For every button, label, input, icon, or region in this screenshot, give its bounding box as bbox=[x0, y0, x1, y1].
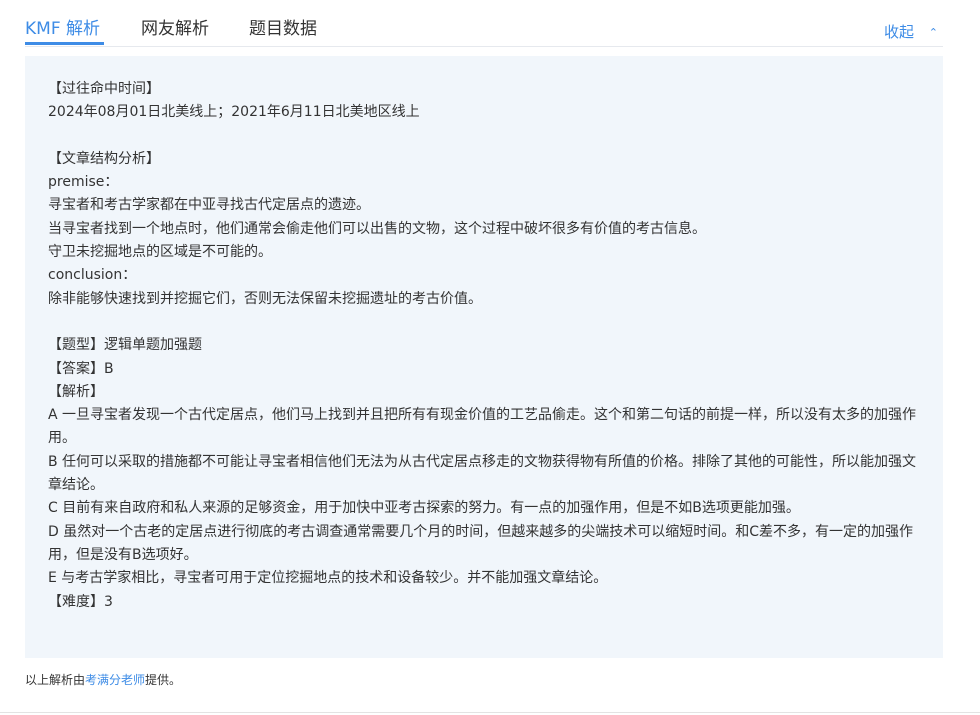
difficulty: 【难度】3 bbox=[48, 593, 113, 610]
credit-suffix: 提供。 bbox=[145, 673, 182, 687]
option-c-explanation: C 目前有来自政府和私人来源的足够资金，用于加快中亚考古探索的努力。有一点的加强… bbox=[48, 500, 800, 517]
tab-kmf-analysis[interactable]: KMF 解析 bbox=[25, 18, 100, 40]
premise-line: 守卫未挖掘地点的区域是不可能的。 bbox=[48, 244, 272, 261]
option-e-explanation: E 与考古学家相比，寻宝者可用于定位挖掘地点的技术和设备较少。并不能加强文章结论… bbox=[48, 570, 608, 587]
structure-header: 【文章结构分析】 bbox=[48, 150, 160, 167]
explanation-header: 【解析】 bbox=[48, 383, 104, 400]
collapse-button[interactable]: 收起 ⌃ bbox=[884, 21, 938, 42]
tab-question-data[interactable]: 题目数据 bbox=[249, 18, 317, 40]
collapse-label: 收起 bbox=[883, 23, 914, 41]
option-b-explanation: B 任何可以采取的措施都不可能让寻宝者相信他们无法为从古代定居点移走的文物获得物… bbox=[48, 453, 917, 494]
chevron-up-icon: ⌃ bbox=[928, 26, 938, 39]
credit-prefix: 以上解析由 bbox=[25, 673, 86, 687]
option-d-explanation: D 虽然对一个古老的定居点进行彻底的考古调查通常需要几个月的时间，但越来越多的尖… bbox=[48, 523, 914, 563]
option-a-explanation: A 一旦寻宝者发现一个古代定居点，他们马上找到并且把所有有现金价值的工艺品偷走。… bbox=[48, 407, 917, 447]
past-hits-text: 2024年08月01日北美线上；2021年6月11日北美地区线上 bbox=[48, 104, 420, 121]
premise-label: premise： bbox=[48, 174, 119, 191]
conclusion-label: conclusion： bbox=[48, 267, 137, 284]
analysis-credit: 以上解析由考满分老师提供。 bbox=[25, 671, 181, 688]
active-tab-indicator bbox=[25, 42, 104, 45]
analysis-tabs: KMF 解析 网友解析 题目数据 收起 ⌃ bbox=[25, 0, 943, 47]
divider bbox=[0, 712, 980, 713]
analysis-panel: 【过往命中时间】 2024年08月01日北美线上；2021年6月11日北美地区线… bbox=[25, 56, 943, 658]
premise-line: 当寻宝者找到一个地点时，他们通常会偷走他们可以出售的文物，这个过程中破坏很多有价… bbox=[48, 220, 706, 237]
premise-line: 寻宝者和考古学家都在中亚寻找古代定居点的遗迹。 bbox=[48, 197, 370, 214]
teacher-link[interactable]: 考满分老师 bbox=[85, 673, 145, 687]
tab-user-analysis[interactable]: 网友解析 bbox=[141, 18, 209, 40]
analysis-content: 【过往命中时间】 2024年08月01日北美线上；2021年6月11日北美地区线… bbox=[48, 78, 920, 614]
conclusion-line: 除非能够快速找到并挖掘它们，否则无法保留未挖掘遗址的考古价值。 bbox=[48, 290, 482, 307]
question-type: 【题型】逻辑单题加强题 bbox=[48, 337, 202, 354]
answer: 【答案】B bbox=[48, 360, 114, 377]
past-hits-header: 【过往命中时间】 bbox=[48, 81, 160, 97]
